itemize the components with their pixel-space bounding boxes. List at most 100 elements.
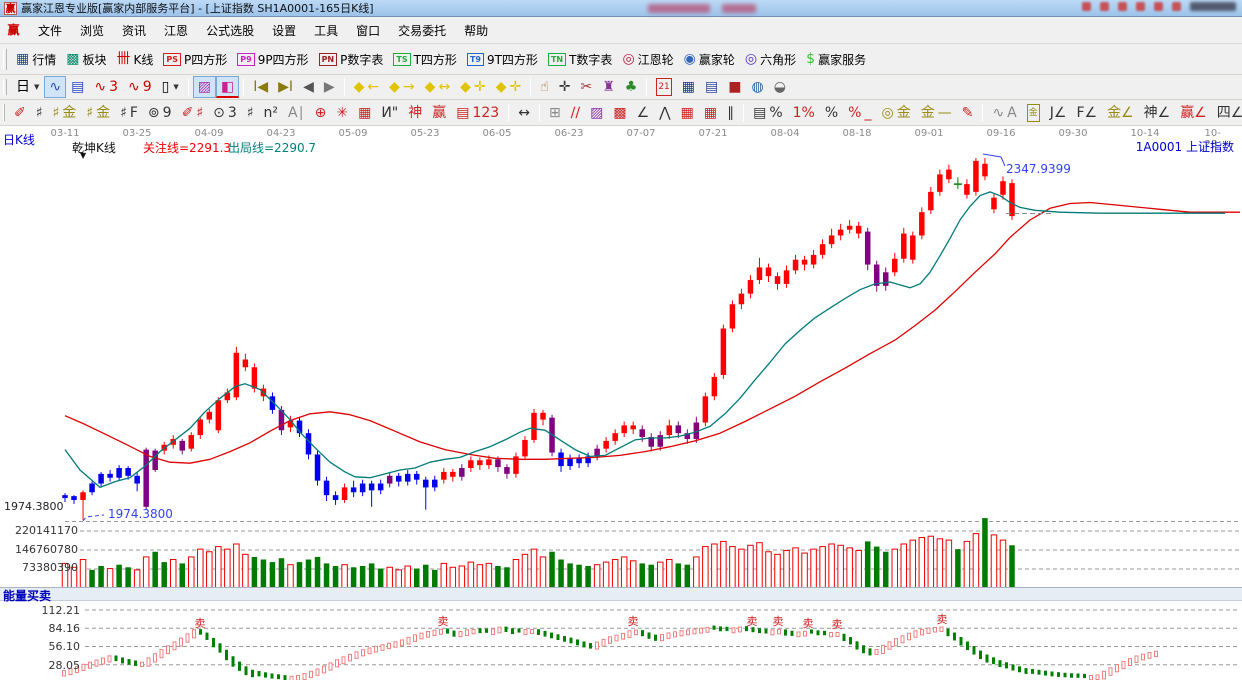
toolbar-button[interactable]: ♯ F bbox=[115, 102, 143, 124]
toolbar-button[interactable]: 卌 K线 bbox=[112, 48, 159, 70]
toolbar-button[interactable]: PN P数字表 bbox=[314, 48, 389, 70]
toolbar-button[interactable]: ⊚ 9 bbox=[143, 102, 177, 124]
menu-item-7[interactable]: 窗口 bbox=[347, 19, 389, 42]
toolbar-button[interactable]: ▦ 行情 bbox=[11, 48, 61, 70]
titlebar-tray-icon[interactable] bbox=[1136, 2, 1145, 11]
toolbar-button[interactable]: ♣ bbox=[620, 76, 643, 98]
period-label[interactable]: 日K线 bbox=[3, 131, 35, 148]
toolbar-button[interactable]: J∠ bbox=[1045, 102, 1072, 124]
toolbar-button[interactable]: ⊞ bbox=[544, 102, 566, 124]
toolbar-button[interactable]: TS T四方形 bbox=[388, 48, 462, 70]
toolbar-button[interactable]: ◎ 金 bbox=[876, 102, 915, 124]
titlebar-tray-icon[interactable] bbox=[1100, 2, 1109, 11]
toolbar-button[interactable]: ▶ bbox=[319, 76, 340, 98]
toolbar-button[interactable]: ▦ bbox=[677, 76, 700, 98]
menu-item-2[interactable]: 资讯 bbox=[113, 19, 155, 42]
toolbar-button[interactable]: 金 — bbox=[916, 102, 957, 124]
toolbar-button[interactable]: ∥ bbox=[722, 102, 739, 124]
toolbar-button[interactable]: ◆ ✛ bbox=[455, 76, 491, 98]
titlebar-tray-icon[interactable] bbox=[1118, 2, 1127, 11]
toolbar-button[interactable]: ▨ bbox=[192, 76, 217, 98]
titlebar-tray-icon[interactable] bbox=[1082, 2, 1091, 11]
toolbar-button[interactable]: % _ bbox=[843, 102, 876, 124]
toolbar-button[interactable]: ▤% bbox=[748, 102, 788, 124]
toolbar-button[interactable]: 神 bbox=[403, 102, 427, 124]
toolbar-button[interactable]: ♜ bbox=[597, 76, 620, 98]
toolbar-button[interactable]: ✳ bbox=[331, 102, 353, 124]
toolbar-grip[interactable] bbox=[3, 78, 7, 96]
toolbar-button[interactable]: ◆ ← bbox=[349, 76, 385, 98]
toolbar-button[interactable]: ✎ bbox=[957, 102, 979, 124]
toolbar-button[interactable]: ▤ bbox=[700, 76, 723, 98]
toolbar-button[interactable]: ∿ 3 bbox=[89, 76, 123, 98]
toolbar-button[interactable]: ∿ bbox=[44, 76, 67, 98]
toolbar-button[interactable]: $ 赢家服务 bbox=[801, 48, 871, 70]
toolbar-button[interactable]: ◀ bbox=[298, 76, 319, 98]
toolbar-button[interactable]: ▦ bbox=[353, 102, 376, 124]
toolbar-button[interactable]: ▶I bbox=[273, 76, 298, 98]
toolbar-button[interactable]: ↔ bbox=[513, 102, 535, 124]
toolbar-button[interactable]: И" bbox=[376, 102, 403, 124]
menu-item-0[interactable]: 文件 bbox=[29, 19, 71, 42]
menu-item-1[interactable]: 浏览 bbox=[71, 19, 113, 42]
toolbar-button[interactable]: 四∠ bbox=[1212, 102, 1242, 124]
toolbar-button[interactable]: % bbox=[820, 102, 843, 124]
toolbar-grip[interactable] bbox=[3, 103, 5, 122]
indicator-name-label[interactable]: 能量买卖 bbox=[3, 587, 51, 604]
menu-item-3[interactable]: 江恩 bbox=[155, 19, 197, 42]
toolbar-button[interactable]: 赢∠ bbox=[1175, 102, 1212, 124]
toolbar-button[interactable]: A∣ bbox=[283, 102, 310, 124]
toolbar-button[interactable]: PS P四方形 bbox=[158, 48, 232, 70]
toolbar-button[interactable]: ◧ bbox=[216, 76, 240, 98]
toolbar-button[interactable]: ✐ bbox=[9, 102, 31, 124]
toolbar-button[interactable]: ◆ → bbox=[384, 76, 420, 98]
toolbar-button[interactable]: F∠ bbox=[1071, 102, 1102, 124]
menu-item-9[interactable]: 帮助 bbox=[455, 19, 497, 42]
titlebar-caption-area[interactable] bbox=[1190, 2, 1236, 11]
toolbar-button[interactable]: ◉ 赢家轮 bbox=[679, 48, 740, 70]
menu-item-5[interactable]: 设置 bbox=[263, 19, 305, 42]
titlebar-tray-icon[interactable] bbox=[1172, 2, 1181, 11]
toolbar-button[interactable]: ☝ bbox=[535, 76, 554, 98]
toolbar-button[interactable]: ♯ 金 bbox=[48, 102, 82, 124]
toolbar-button[interactable]: ♯ 金 bbox=[81, 102, 115, 124]
toolbar-button[interactable]: ▤ bbox=[66, 76, 89, 98]
toolbar-button[interactable]: 日 ▼ bbox=[11, 76, 44, 98]
toolbar-button[interactable]: ♯ bbox=[31, 102, 48, 124]
toolbar-button[interactable]: ✐ ♯ bbox=[177, 102, 209, 124]
toolbar-button[interactable]: ▯ ▼ bbox=[157, 76, 184, 98]
toolbar-button[interactable]: n² bbox=[259, 102, 284, 124]
toolbar-button[interactable]: ◎ 江恩轮 bbox=[617, 48, 678, 70]
toolbar-button[interactable]: ♯ bbox=[242, 102, 259, 124]
toolbar-button[interactable]: ⋀ bbox=[654, 102, 675, 124]
menu-item-6[interactable]: 工具 bbox=[305, 19, 347, 42]
titlebar-tray-icon[interactable] bbox=[1154, 2, 1163, 11]
toolbar-button[interactable]: ⊙ 3 bbox=[208, 102, 242, 124]
toolbar-button[interactable]: ◎ 六角形 bbox=[740, 48, 801, 70]
toolbar-button[interactable]: 金 bbox=[1022, 102, 1045, 124]
toolbar-button[interactable]: P9 9P四方形 bbox=[232, 48, 313, 70]
toolbar-button[interactable]: TN T数字表 bbox=[543, 48, 618, 70]
toolbar-button[interactable]: 神∠ bbox=[1139, 102, 1176, 124]
menu-item-8[interactable]: 交易委托 bbox=[389, 19, 455, 42]
toolbar-button[interactable]: ▦ bbox=[699, 102, 722, 124]
toolbar-button[interactable]: ∿ 9 bbox=[123, 76, 157, 98]
toolbar-button[interactable]: ◒ bbox=[769, 76, 791, 98]
overlay-name-label[interactable]: 乾坤K线 bbox=[72, 139, 116, 156]
toolbar-button[interactable]: ◍ bbox=[746, 76, 768, 98]
toolbar-button[interactable]: ∕∕ bbox=[566, 102, 585, 124]
toolbar-button[interactable]: T9 9T四方形 bbox=[462, 48, 543, 70]
toolbar-button[interactable]: ✛ bbox=[554, 76, 576, 98]
toolbar-button[interactable]: 21 bbox=[651, 76, 676, 98]
toolbar-button[interactable]: 金∠ bbox=[1102, 102, 1139, 124]
toolbar-button[interactable]: 赢 bbox=[427, 102, 451, 124]
toolbar-button[interactable]: ▨ bbox=[585, 102, 608, 124]
toolbar-button[interactable]: ▦ bbox=[676, 102, 699, 124]
toolbar-button[interactable]: ▤ 123 bbox=[451, 102, 504, 124]
toolbar-button[interactable]: 1% bbox=[788, 102, 820, 124]
toolbar-button[interactable]: ▩ bbox=[608, 102, 631, 124]
toolbar-button[interactable]: ∿ A bbox=[987, 102, 1021, 124]
toolbar-button[interactable]: ◆ ✛ bbox=[491, 76, 527, 98]
toolbar-button[interactable]: I◀ bbox=[248, 76, 273, 98]
toolbar-button[interactable]: ▩ 板块 bbox=[61, 48, 111, 70]
